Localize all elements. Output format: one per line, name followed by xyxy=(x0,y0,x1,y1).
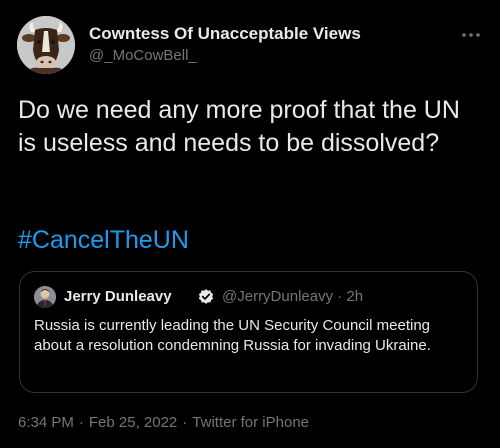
quoted-handle-time: @JerryDunleavy · 2h xyxy=(222,288,364,305)
hashtag-link[interactable]: #CancelTheUN xyxy=(18,224,189,257)
tweet-date[interactable]: Feb 25, 2022 xyxy=(89,414,177,431)
footer-separator: · xyxy=(182,414,188,431)
tweet-header: Cowntess Of Unacceptable Views @_MoCowBe… xyxy=(17,14,483,76)
tweet-body-text: Do we need any more proof that the UN is… xyxy=(18,96,460,157)
quoted-author-name: Jerry Dunleavy xyxy=(64,288,172,305)
quoted-tweet-card[interactable]: Jerry Dunleavy @JerryDunleavy · 2h Russi… xyxy=(19,271,478,393)
author-avatar[interactable] xyxy=(17,16,75,74)
footer-separator: · xyxy=(78,414,84,431)
author-handle[interactable]: @_MoCowBell_ xyxy=(89,46,361,66)
quoted-tweet-text: Russia is currently leading the UN Secur… xyxy=(34,317,431,354)
verified-badge-icon xyxy=(197,288,215,306)
author-names: Cowntess Of Unacceptable Views @_MoCowBe… xyxy=(89,24,361,66)
tweet-time[interactable]: 6:34 PM xyxy=(18,414,74,431)
person-avatar-icon xyxy=(34,286,56,308)
more-horizontal-icon xyxy=(462,33,480,37)
tweet-card: Cowntess Of Unacceptable Views @_MoCowBe… xyxy=(0,0,500,448)
tweet-footer: 6:34 PM · Feb 25, 2022 · Twitter for iPhone xyxy=(18,413,309,433)
tweet-source-link[interactable]: Twitter for iPhone xyxy=(192,414,309,431)
more-options-button[interactable] xyxy=(459,28,483,42)
quoted-author-avatar xyxy=(34,286,56,308)
cow-avatar-icon xyxy=(17,16,75,74)
author-display-name[interactable]: Cowntess Of Unacceptable Views xyxy=(89,24,361,44)
